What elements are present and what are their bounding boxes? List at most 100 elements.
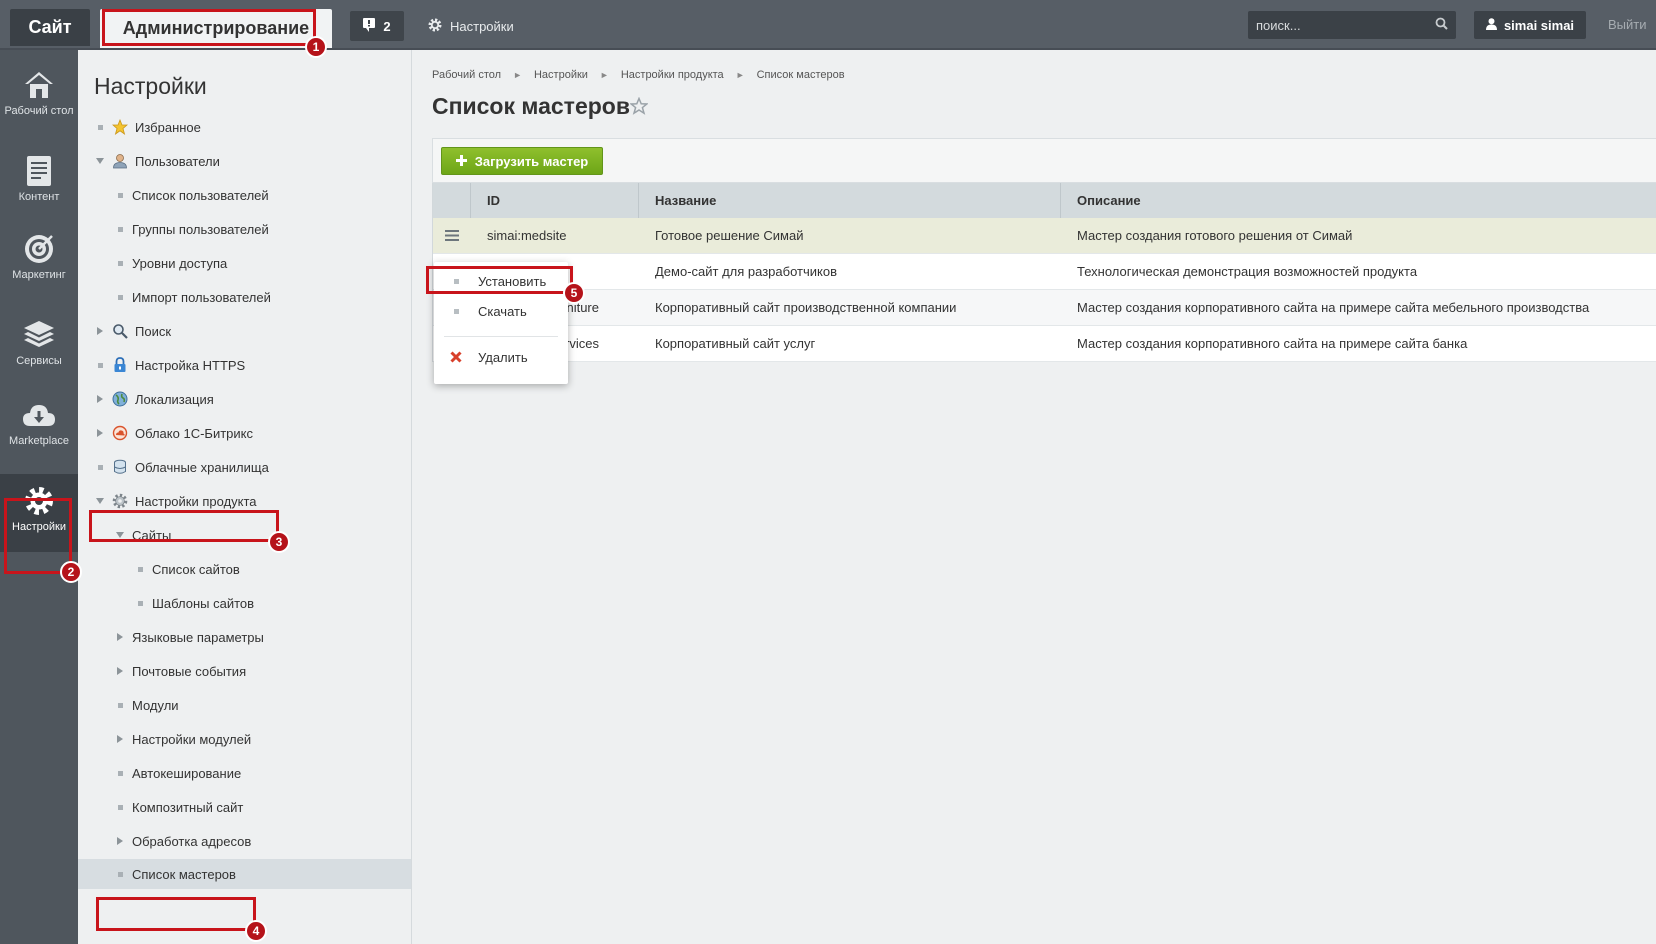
lock-icon	[112, 357, 128, 373]
main-nav-rail: Рабочий стол Контент Маркетинг Сервисы M…	[0, 50, 78, 944]
toolbar: Загрузить мастер	[432, 138, 1656, 183]
rail-item-marketplace[interactable]: Marketplace	[0, 398, 78, 447]
menu-item-favorites[interactable]: Избранное	[94, 116, 201, 138]
menu-item-url-processing[interactable]: Обработка адресов	[114, 830, 251, 852]
table-row[interactable]: niture Корпоративный сайт производственн…	[433, 290, 1656, 326]
annotation-box-5	[426, 266, 573, 294]
user-name: simai simai	[1503, 17, 1575, 33]
table-row[interactable]: rvices Корпоративный сайт услуг Мастер с…	[433, 326, 1656, 362]
settings-link[interactable]: Настройки	[428, 11, 514, 41]
menu-title: Настройки	[94, 73, 207, 99]
menu-item-user-import[interactable]: Импорт пользователей	[114, 286, 271, 308]
notification-icon	[363, 17, 376, 35]
gear-icon	[428, 18, 442, 35]
notifications-button[interactable]: 2	[350, 11, 404, 41]
cell-description: Мастер создания корпоративного сайта на …	[1077, 300, 1590, 315]
magnifier-icon	[112, 323, 128, 339]
menu-item-localization[interactable]: Локализация	[94, 388, 214, 410]
row-menu-icon[interactable]	[433, 218, 471, 253]
menu-item-product-settings[interactable]: Настройки продукта	[94, 490, 257, 512]
annotation-box-2	[4, 498, 72, 574]
menu-item-bitrix-cloud[interactable]: Облако 1С-Битрикс	[94, 422, 253, 444]
user-icon	[1485, 17, 1497, 33]
breadcrumb-item[interactable]: Рабочий стол	[432, 69, 501, 81]
wizards-table: ID Название Описание simai:medsite Готов…	[432, 183, 1656, 362]
annotation-badge-1: 1	[305, 36, 327, 58]
rail-item-marketing[interactable]: Маркетинг	[0, 232, 78, 281]
annotation-badge-4: 4	[245, 920, 267, 942]
menu-download[interactable]: Скачать	[434, 298, 568, 324]
target-icon	[22, 232, 56, 266]
menu-item-search[interactable]: Поиск	[94, 320, 171, 342]
document-icon	[22, 154, 56, 188]
menu-item-site-templates[interactable]: Шаблоны сайтов	[134, 592, 254, 614]
home-icon	[22, 68, 56, 102]
table-row[interactable]: Демо-сайт для разработчиков Технологичес…	[433, 254, 1656, 290]
cell-description: Технологическая демонстрация возможносте…	[1077, 264, 1418, 279]
table-row[interactable]: simai:medsite Готовое решение Симай Маст…	[433, 218, 1656, 254]
annotation-box-3	[89, 510, 279, 542]
menu-item-access-levels[interactable]: Уровни доступа	[114, 252, 227, 274]
cell-id: simai:medsite	[487, 228, 567, 243]
rail-label: Marketplace	[9, 435, 69, 447]
upload-wizard-button[interactable]: Загрузить мастер	[441, 147, 603, 175]
rail-item-content[interactable]: Контент	[0, 154, 78, 203]
annotation-box-1	[102, 9, 316, 46]
menu-delete[interactable]: Удалить	[434, 344, 568, 370]
breadcrumb-item[interactable]: Настройки	[534, 69, 588, 81]
menu-item-modules[interactable]: Модули	[114, 694, 179, 716]
menu-item-site-list[interactable]: Список сайтов	[134, 558, 240, 580]
menu-item-user-list[interactable]: Список пользователей	[114, 184, 269, 206]
menu-item-language-params[interactable]: Языковые параметры	[114, 626, 264, 648]
menu-item-cloud-storage[interactable]: Облачные хранилища	[94, 456, 269, 478]
globe-icon	[112, 391, 128, 407]
star-icon	[112, 119, 128, 135]
layers-icon	[22, 318, 56, 352]
logout-link[interactable]: Выйти	[1608, 17, 1647, 32]
breadcrumb-item[interactable]: Настройки продукта	[621, 69, 724, 81]
settings-label: Настройки	[450, 18, 514, 34]
favorite-star-icon[interactable]	[629, 96, 649, 118]
user-menu-button[interactable]: simai simai	[1474, 11, 1586, 39]
rail-label: Сервисы	[16, 355, 62, 367]
table-header: ID Название Описание	[433, 183, 1656, 218]
cell-description: Мастер создания корпоративного сайта на …	[1077, 336, 1468, 351]
rail-label: Маркетинг	[12, 269, 66, 281]
cell-name: Корпоративный сайт услуг	[655, 336, 816, 351]
breadcrumb: Рабочий стол ► Настройки ► Настройки про…	[432, 69, 845, 81]
annotation-badge-2: 2	[60, 561, 82, 583]
rail-item-desktop[interactable]: Рабочий стол	[0, 68, 78, 117]
plus-icon	[455, 154, 467, 169]
cell-name: Демо-сайт для разработчиков	[655, 264, 837, 279]
cloud-download-icon	[22, 398, 56, 432]
menu-item-users[interactable]: Пользователи	[94, 150, 220, 172]
cell-name: Корпоративный сайт производственной комп…	[655, 300, 957, 315]
menu-item-autocache[interactable]: Автокеширование	[114, 762, 241, 784]
delete-icon	[434, 351, 478, 363]
menu-item-module-settings[interactable]: Настройки модулей	[114, 728, 251, 750]
breadcrumb-separator-icon: ►	[513, 70, 522, 80]
menu-divider	[444, 336, 558, 337]
search-box	[1248, 11, 1456, 39]
rail-item-services[interactable]: Сервисы	[0, 318, 78, 367]
annotation-badge-5: 5	[563, 282, 585, 304]
header-actions	[433, 183, 471, 218]
settings-menu-panel: Настройки Избранное Пользователи Список …	[78, 50, 412, 944]
storage-icon	[112, 459, 128, 475]
breadcrumb-item[interactable]: Список мастеров	[757, 69, 845, 81]
menu-item-composite-site[interactable]: Композитный сайт	[114, 796, 243, 818]
gear-icon	[112, 493, 128, 509]
menu-item-wizard-list[interactable]: Список мастеров	[78, 859, 411, 889]
menu-item-https[interactable]: Настройка HTTPS	[94, 354, 245, 376]
header-id[interactable]: ID	[471, 183, 639, 218]
user-icon	[112, 153, 128, 169]
menu-item-user-groups[interactable]: Группы пользователей	[114, 218, 269, 240]
search-icon[interactable]	[1435, 17, 1448, 33]
rail-label: Рабочий стол	[4, 105, 74, 117]
header-description[interactable]: Описание	[1061, 183, 1656, 218]
site-tab[interactable]: Сайт	[10, 9, 90, 46]
search-input[interactable]	[1256, 17, 1435, 33]
cell-name: Готовое решение Симай	[655, 228, 804, 243]
header-name[interactable]: Название	[639, 183, 1061, 218]
menu-item-mail-events[interactable]: Почтовые события	[114, 660, 246, 682]
